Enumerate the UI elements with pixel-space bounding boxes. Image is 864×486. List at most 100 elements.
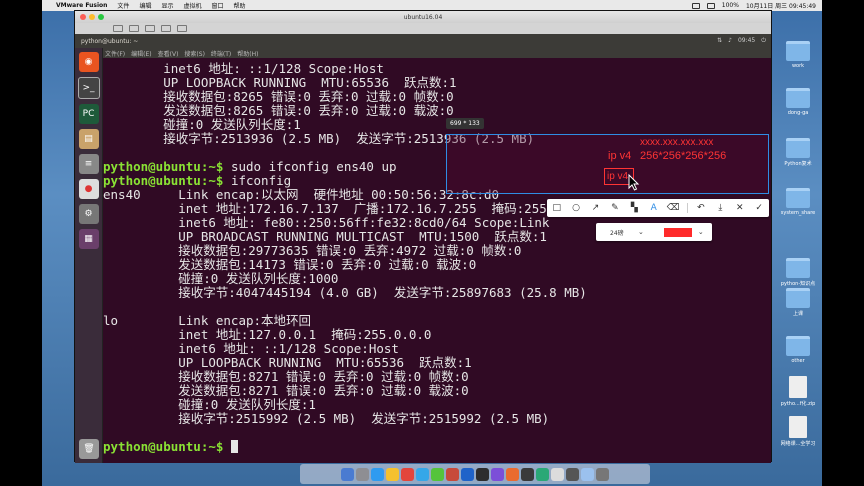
app-icon[interactable] (506, 467, 519, 481)
terminal-line: inet6 地址: fe80::250:56ff:fe32:8cd0/64 Sc… (103, 215, 550, 230)
menu-vm[interactable]: 虚拟机 (183, 1, 201, 10)
network-indicator-icon[interactable]: ⇅ (717, 37, 722, 45)
app-icon[interactable] (566, 467, 579, 481)
qq-icon[interactable] (416, 467, 429, 481)
chevron-down-icon[interactable]: ⌄ (698, 228, 704, 236)
downloads-icon[interactable] (581, 467, 594, 481)
settings-icon[interactable] (113, 25, 123, 32)
desktop-icon-course[interactable]: 网络课...全学习 (774, 416, 822, 447)
annotation-text[interactable]: xxxx.xxx.xxx.xxx (640, 137, 713, 148)
vmware-title: ubuntu16.04 (403, 13, 443, 21)
ubuntu-clock[interactable]: 09:45 (738, 37, 755, 45)
menu-help[interactable]: 帮助 (234, 1, 246, 10)
term-menu-view[interactable]: 查看(V) (158, 49, 179, 58)
term-menu-file[interactable]: 文件(F) (105, 49, 125, 58)
undo-icon[interactable]: ↶ (695, 202, 707, 214)
pen-tool-icon[interactable]: ✎ (609, 202, 621, 214)
wechat-icon[interactable] (431, 467, 444, 481)
ellipse-tool-icon[interactable]: ○ (570, 202, 582, 214)
vmware-titlebar[interactable]: ubuntu16.04 (75, 11, 771, 23)
volume-icon[interactable] (706, 2, 715, 9)
menu-window[interactable]: 窗口 (211, 1, 223, 10)
confirm-icon[interactable]: ✓ (753, 202, 765, 214)
battery-percent[interactable]: 100% (722, 2, 739, 9)
clock[interactable]: 10月11日 周三 09:45:49 (746, 1, 816, 10)
network-icon[interactable] (177, 25, 187, 32)
trash-dock-icon[interactable] (596, 467, 609, 481)
text-editor-icon[interactable]: ≡ (78, 154, 99, 174)
annotation-text[interactable]: 256*256*256*256 (640, 150, 726, 162)
app-icon[interactable] (536, 467, 549, 481)
ubuntu-topbar: python@ubuntu: ~ ⇅ ♪ 09:45 ⏻ (75, 34, 771, 48)
term-menu-search[interactable]: 搜索(S) (184, 49, 205, 58)
cancel-icon[interactable]: ✕ (734, 202, 746, 214)
chevron-down-icon[interactable]: ⌄ (638, 228, 644, 236)
terminal-line: 碰撞:0 发送队列长度:1000 (103, 271, 339, 286)
prompt: python@ubuntu:~$ (103, 159, 224, 174)
app-icon[interactable] (521, 467, 534, 481)
terminal-line: lo Link encap:本地环回 (103, 313, 312, 328)
terminal-window-title: python@ubuntu: ~ (81, 37, 139, 45)
prompt: python@ubuntu:~$ (103, 173, 224, 188)
calendar-icon[interactable] (401, 467, 414, 481)
menu-file[interactable]: 文件 (117, 1, 129, 10)
prompt: python@ubuntu:~$ (103, 439, 224, 454)
desktop-icon-system-share[interactable]: system_share (774, 188, 822, 216)
trash-icon[interactable]: 🗑 (79, 439, 99, 459)
desktop-icon-zip[interactable]: pytho...f化.zip (774, 376, 822, 407)
system-settings-icon[interactable]: ⚙ (78, 204, 99, 224)
capture-selection[interactable] (446, 134, 769, 194)
text-tool-icon[interactable]: A (648, 202, 660, 214)
workspace-icon[interactable]: ▦ (78, 229, 99, 249)
annotation-text-editing[interactable]: ip v4 (607, 171, 628, 182)
font-size-select[interactable]: 24磅 (610, 228, 638, 237)
annotation-text[interactable]: ip v4 (608, 150, 631, 162)
app-icon[interactable] (491, 467, 504, 481)
terminal-line: inet6 地址: ::1/128 Scope:Host (103, 61, 384, 76)
notes-icon[interactable] (386, 467, 399, 481)
term-menu-help[interactable]: 帮助(H) (237, 49, 258, 58)
eraser-tool-icon[interactable]: ⌫ (667, 202, 680, 214)
power-icon[interactable]: ⏻ (761, 37, 766, 45)
ubuntu-launcher: ◉ >_ PC ▤ ≡ ● ⚙ ▦ 🗑 (75, 48, 103, 463)
terminal-menubar: 文件(F) 编辑(E) 查看(V) 搜索(S) 终端(T) 帮助(H) (75, 48, 771, 58)
snapshot-icon[interactable] (145, 25, 155, 32)
desktop-icon-python-notes[interactable]: python-知识点 (774, 258, 822, 287)
menu-view[interactable]: 显示 (161, 1, 173, 10)
desktop-icon-dong-ga[interactable]: dong-ga (774, 88, 822, 116)
share-icon[interactable] (161, 25, 171, 32)
app-icon[interactable] (551, 467, 564, 481)
wifi-icon[interactable] (691, 2, 700, 9)
terminal-icon[interactable]: >_ (77, 77, 100, 99)
desktop-icon-class[interactable]: 上课 (774, 288, 822, 317)
terminal-command-line: python@ubuntu:~$ sudo ifconfig ens40 up (103, 160, 397, 174)
t-app-icon[interactable] (446, 467, 459, 481)
chrome-icon[interactable]: ● (78, 179, 99, 199)
terminal-line: 碰撞:0 发送队列长度:1 (103, 397, 316, 412)
pycharm-icon[interactable]: PC (78, 104, 99, 124)
download-icon[interactable]: ⤓ (714, 202, 726, 214)
status-area: 100% 10月11日 周三 09:45:49 (691, 1, 822, 10)
app-menu[interactable]: VMware Fusion (56, 2, 107, 9)
desktop-icon-other[interactable]: other (774, 336, 822, 364)
terminal-dock-icon[interactable] (476, 467, 489, 481)
menu-edit[interactable]: 编辑 (139, 1, 151, 10)
color-swatch[interactable] (663, 227, 692, 237)
term-menu-terminal[interactable]: 终端(T) (211, 49, 231, 58)
term-menu-edit[interactable]: 编辑(E) (131, 49, 151, 58)
vmware-dock-icon[interactable] (461, 467, 474, 481)
terminal[interactable]: inet6 地址: ::1/128 Scope:Host UP LOOPBACK… (103, 58, 771, 463)
finder-icon[interactable] (341, 467, 354, 481)
desktop-icon-python[interactable]: Python复术 (774, 138, 822, 167)
pause-icon[interactable] (129, 25, 139, 32)
sound-indicator-icon[interactable]: ♪ (728, 37, 732, 45)
rectangle-tool-icon[interactable]: □ (551, 202, 563, 214)
safari-icon[interactable] (371, 467, 384, 481)
mosaic-tool-icon[interactable]: ▚ (628, 202, 640, 214)
arrow-tool-icon[interactable]: ↗ (590, 202, 602, 214)
dash-icon[interactable]: ◉ (78, 52, 99, 72)
files-icon[interactable]: ▤ (78, 129, 99, 149)
desktop-icon-work[interactable]: work (774, 41, 822, 69)
terminal-line: 发送数据包:8265 错误:0 丢弃:0 过载:0 载波:0 (103, 103, 454, 118)
launchpad-icon[interactable] (356, 467, 369, 481)
